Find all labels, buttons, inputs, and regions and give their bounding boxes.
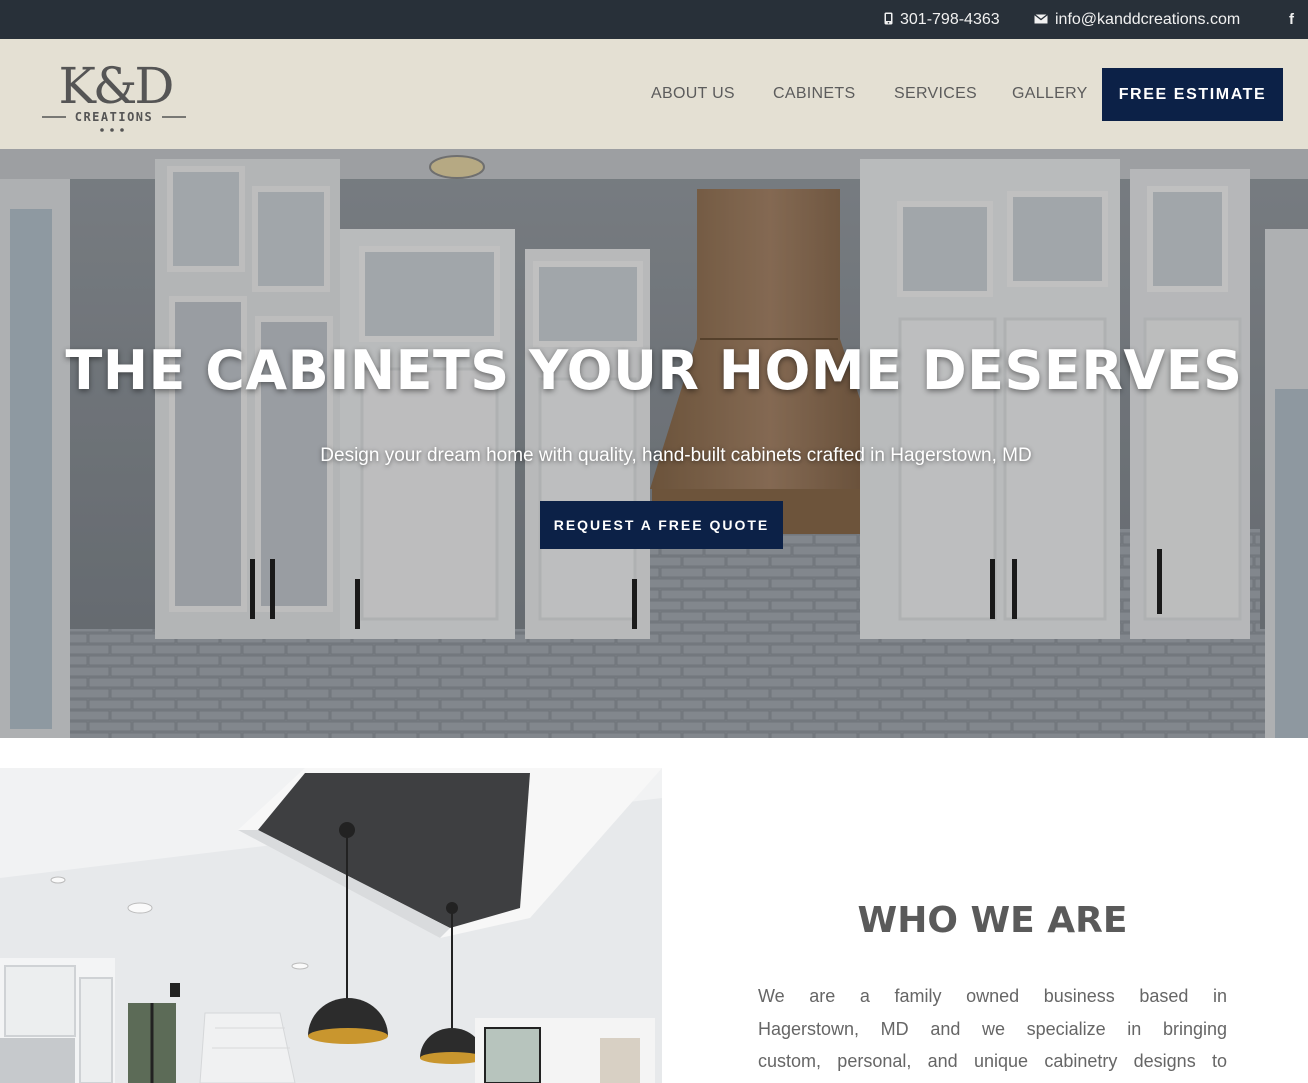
email-address: info@kanddcreations.com	[1055, 10, 1241, 28]
hero-title: THE CABINETS YOUR HOME DESERVES	[65, 339, 1243, 402]
nav-gallery[interactable]: GALLERY	[1012, 85, 1088, 103]
site-header: K&D CREATIONS ABOUT US CABINETS SERVICES…	[0, 39, 1308, 149]
top-contact-bar: 301-798-4363 info@kanddcreations.com f	[0, 0, 1308, 39]
nav-services[interactable]: SERVICES	[894, 85, 977, 103]
hero-subtitle: Design your dream home with quality, han…	[320, 445, 1032, 466]
hero-kitchen-image	[0, 149, 1308, 738]
facebook-icon[interactable]: f	[1289, 0, 1294, 39]
about-line: custom, personal, and unique cabinetry d…	[758, 1051, 1227, 1071]
phone-link[interactable]: 301-798-4363	[884, 0, 1000, 39]
about-kitchen-image	[0, 768, 662, 1083]
request-quote-button[interactable]: REQUEST A FREE QUOTE	[540, 501, 783, 549]
about-paragraph: We are a family owned business based in …	[758, 980, 1227, 1078]
email-link[interactable]: info@kanddcreations.com	[1034, 0, 1240, 39]
free-estimate-button[interactable]: FREE ESTIMATE	[1102, 68, 1283, 121]
about-title: WHO WE ARE	[857, 900, 1128, 941]
envelope-icon	[1034, 13, 1048, 27]
phone-icon	[884, 12, 893, 28]
nav-cabinets[interactable]: CABINETS	[773, 85, 855, 103]
logo-tagline: CREATIONS	[75, 110, 154, 124]
logo-letters: K&D	[59, 57, 173, 115]
phone-number: 301-798-4363	[900, 10, 1000, 28]
nav-about-us[interactable]: ABOUT US	[651, 85, 735, 103]
logo[interactable]: K&D CREATIONS	[42, 51, 188, 135]
about-line: We are a family owned business based in	[758, 986, 1227, 1006]
hero-section: THE CABINETS YOUR HOME DESERVES Design y…	[0, 149, 1308, 738]
about-line: Hagerstown, MD and we specialize in brin…	[758, 1018, 1227, 1039]
